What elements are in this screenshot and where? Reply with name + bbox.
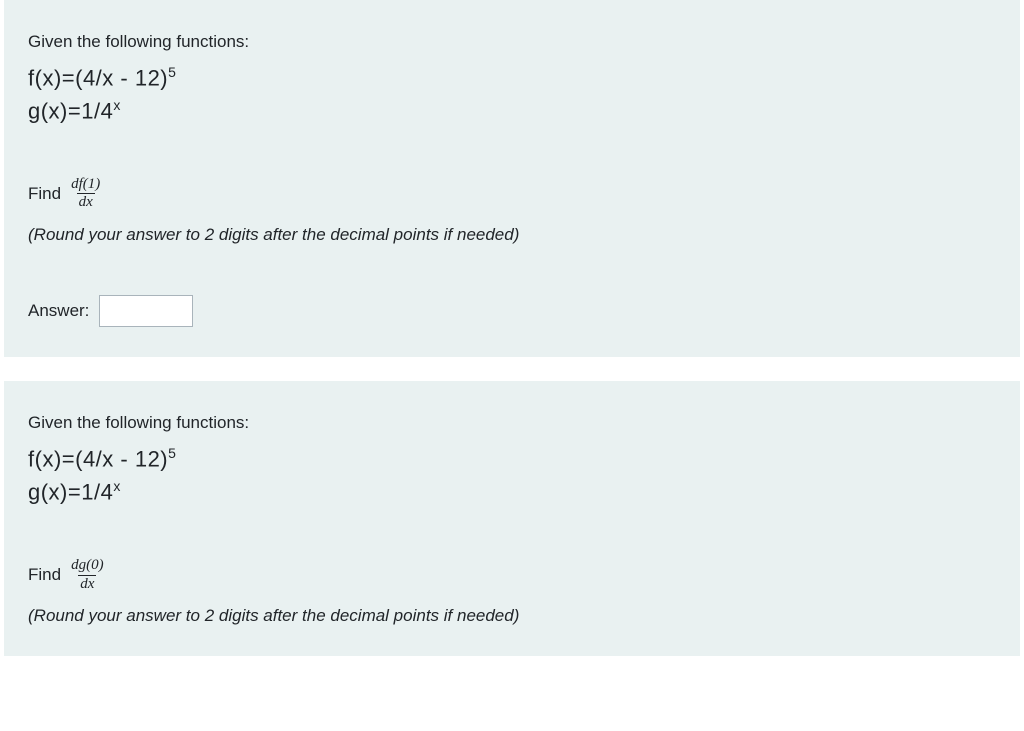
g-expression: g(x)=1/4 [28,99,113,124]
f-exponent: 5 [168,445,176,461]
answer-row: Answer: [28,295,996,327]
answer-input[interactable] [99,295,193,327]
question-card-1: Given the following functions: f(x)=(4/x… [4,0,1020,357]
fraction-denominator: dx [77,193,95,211]
fraction-numerator: df(1) [69,177,102,194]
derivative-fraction: dg(0) dx [69,558,106,593]
function-g: g(x)=1/4x [28,97,996,124]
answer-label: Answer: [28,301,89,321]
derivative-fraction: df(1) dx [69,177,102,212]
f-expression: f(x)=(4/x - 12) [28,446,168,471]
fraction-denominator: dx [78,575,96,593]
find-line: Find dg(0) dx [28,558,996,593]
g-exponent: x [113,97,121,113]
f-expression: f(x)=(4/x - 12) [28,65,168,90]
question-card-2: Given the following functions: f(x)=(4/x… [4,381,1020,656]
g-expression: g(x)=1/4 [28,480,113,505]
intro-text: Given the following functions: [28,413,996,433]
fraction-numerator: dg(0) [69,558,106,575]
find-label: Find [28,184,61,204]
round-hint: (Round your answer to 2 digits after the… [28,225,996,245]
intro-text: Given the following functions: [28,32,996,52]
function-f: f(x)=(4/x - 12)5 [28,445,996,472]
page: Given the following functions: f(x)=(4/x… [0,0,1024,656]
find-line: Find df(1) dx [28,177,996,212]
function-g: g(x)=1/4x [28,478,996,505]
g-exponent: x [113,478,121,494]
find-label: Find [28,565,61,585]
function-f: f(x)=(4/x - 12)5 [28,64,996,91]
round-hint: (Round your answer to 2 digits after the… [28,606,996,626]
f-exponent: 5 [168,64,176,80]
